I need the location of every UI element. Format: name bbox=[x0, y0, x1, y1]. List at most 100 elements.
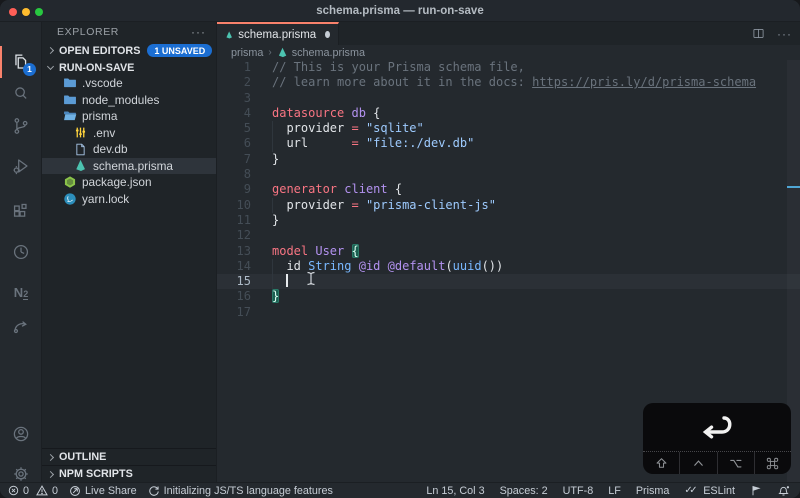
notifications-bell-icon[interactable] bbox=[777, 484, 790, 497]
file-row-prisma[interactable]: prisma bbox=[42, 108, 216, 125]
code-line-12[interactable]: 12 bbox=[217, 228, 800, 243]
clock-extension-icon[interactable] bbox=[0, 236, 42, 268]
overview-cursor-mark bbox=[787, 186, 800, 188]
file-name: .vscode bbox=[82, 76, 123, 91]
code-line-11[interactable]: 11} bbox=[217, 213, 800, 228]
prisma-icon bbox=[226, 30, 232, 38]
code-line-16[interactable]: 16} bbox=[217, 289, 800, 304]
indentation-setting[interactable]: Spaces: 2 bbox=[500, 485, 548, 497]
shift-key-icon bbox=[643, 452, 681, 474]
editor-more-actions-icon[interactable]: ··· bbox=[777, 27, 792, 41]
file-row-package.json[interactable]: package.json bbox=[42, 174, 216, 191]
run-debug-icon[interactable] bbox=[0, 150, 42, 182]
env-icon bbox=[73, 125, 88, 140]
text-caret bbox=[286, 274, 289, 288]
code-line-7[interactable]: 7} bbox=[217, 152, 800, 167]
code-line-10[interactable]: 10 provider = "prisma-client-js" bbox=[217, 197, 800, 214]
file-row-yarn.lock[interactable]: yarn.lock bbox=[42, 191, 216, 208]
file-name: prisma bbox=[82, 109, 118, 124]
code-line-13[interactable]: 13 model User { bbox=[217, 243, 800, 259]
eslint-status[interactable]: ✓✓ ESLint bbox=[684, 485, 735, 497]
modified-dot-icon bbox=[325, 31, 330, 38]
share-extension-icon[interactable] bbox=[0, 310, 42, 342]
double-check-icon: ✓✓ bbox=[684, 485, 697, 496]
file-row-.vscode[interactable]: .vscode bbox=[42, 75, 216, 92]
folder-open-icon bbox=[62, 109, 77, 124]
npm-icon bbox=[62, 175, 77, 190]
eol-setting[interactable]: LF bbox=[608, 485, 621, 497]
tab-schema-prisma[interactable]: schema.prisma bbox=[217, 22, 339, 45]
extensions-icon[interactable] bbox=[0, 196, 42, 228]
more-actions-icon[interactable]: ··· bbox=[191, 22, 206, 42]
breadcrumb-folder[interactable]: prisma bbox=[231, 47, 263, 59]
encoding-setting[interactable]: UTF-8 bbox=[563, 485, 594, 497]
language-mode[interactable]: Prisma bbox=[636, 485, 670, 497]
chevron-right-icon bbox=[46, 470, 55, 478]
open-editors-section[interactable]: OPEN EDITORS 1 UNSAVED bbox=[42, 42, 216, 59]
unsaved-badge: 1 UNSAVED bbox=[147, 44, 213, 57]
n2-extension-icon[interactable]: N2 bbox=[0, 276, 42, 308]
file-name: dev.db bbox=[93, 142, 128, 157]
line-number: 4 bbox=[243, 105, 251, 120]
file-row-.env[interactable]: .env bbox=[42, 125, 216, 142]
code-line-8[interactable]: 8 bbox=[217, 167, 800, 182]
problems-indicator[interactable]: 0 0 bbox=[8, 485, 58, 497]
line-number: 13 bbox=[236, 243, 251, 258]
breadcrumb-file[interactable]: schema.prisma bbox=[292, 47, 365, 59]
prisma-icon bbox=[278, 47, 287, 58]
line-number: 17 bbox=[236, 304, 251, 319]
tab-strip: schema.prisma ··· bbox=[217, 22, 800, 45]
chevron-right-icon bbox=[46, 46, 55, 55]
code-line-3[interactable]: 3 bbox=[217, 91, 800, 106]
code-line-1[interactable]: 1// This is your Prisma schema file, bbox=[217, 60, 800, 75]
prisma-icon bbox=[73, 158, 88, 173]
language-status-message[interactable]: Initializing JS/TS language features bbox=[148, 485, 333, 497]
search-icon[interactable] bbox=[0, 78, 42, 110]
code-line-6[interactable]: 6 url = "file:./dev.db" bbox=[217, 136, 800, 153]
file-row-node_modules[interactable]: node_modules bbox=[42, 92, 216, 109]
split-editor-icon[interactable] bbox=[752, 27, 765, 40]
explorer-sidebar: EXPLORER ··· OPEN EDITORS 1 UNSAVED RUN-… bbox=[42, 22, 217, 482]
file-row-dev.db[interactable]: dev.db bbox=[42, 141, 216, 158]
file-icon bbox=[73, 142, 88, 157]
window-title: schema.prisma — run-on-save bbox=[316, 5, 484, 17]
cursor-position[interactable]: Ln 15, Col 3 bbox=[426, 485, 484, 497]
line-number: 1 bbox=[243, 60, 251, 74]
line-number: 16 bbox=[236, 289, 251, 304]
file-tree: .vscode node_modules prisma .env dev.db schem… bbox=[42, 75, 216, 207]
modifier-key-row bbox=[643, 451, 791, 474]
folder-icon bbox=[62, 92, 77, 107]
source-control-icon[interactable] bbox=[0, 110, 42, 142]
code-line-4[interactable]: 4 datasource db { bbox=[217, 106, 800, 121]
explorer-icon[interactable]: 1 bbox=[0, 46, 42, 78]
file-row-schema.prisma[interactable]: schema.prisma bbox=[42, 157, 216, 174]
root-folder-section[interactable]: RUN-ON-SAVE bbox=[42, 59, 216, 76]
line-number: 6 bbox=[243, 136, 251, 151]
line-number: 14 bbox=[236, 258, 251, 273]
explorer-badge: 1 bbox=[23, 63, 36, 76]
line-number: 15 bbox=[236, 274, 251, 289]
line-number: 12 bbox=[236, 228, 251, 243]
sync-spinner-icon bbox=[148, 485, 159, 496]
code-line-17[interactable]: 17 bbox=[217, 305, 800, 320]
npm-scripts-section[interactable]: NPM SCRIPTS bbox=[42, 465, 216, 482]
folder-icon bbox=[62, 76, 77, 91]
file-name: yarn.lock bbox=[82, 191, 130, 206]
line-number: 5 bbox=[243, 121, 251, 136]
code-line-2[interactable]: 2// learn more about it in the docs: htt… bbox=[217, 75, 800, 90]
warning-icon bbox=[36, 485, 48, 496]
breadcrumb-separator-icon: › bbox=[268, 47, 272, 58]
live-share-button[interactable]: Live Share bbox=[69, 485, 137, 497]
live-share-icon bbox=[70, 485, 80, 496]
activity-bar: 1 N2 bbox=[0, 22, 42, 482]
text-cursor-pointer-icon bbox=[307, 271, 315, 286]
return-key-icon bbox=[643, 403, 791, 451]
code-line-9[interactable]: 9 generator client { bbox=[217, 182, 800, 197]
outline-section[interactable]: OUTLINE bbox=[42, 448, 216, 465]
feedback-flag-icon[interactable] bbox=[750, 484, 762, 497]
code-line-5[interactable]: 5 provider = "sqlite" bbox=[217, 121, 800, 137]
line-number: 9 bbox=[243, 182, 251, 197]
file-name: schema.prisma bbox=[93, 158, 173, 173]
account-icon[interactable] bbox=[0, 418, 42, 450]
breadcrumb: prisma › schema.prisma bbox=[217, 45, 800, 60]
